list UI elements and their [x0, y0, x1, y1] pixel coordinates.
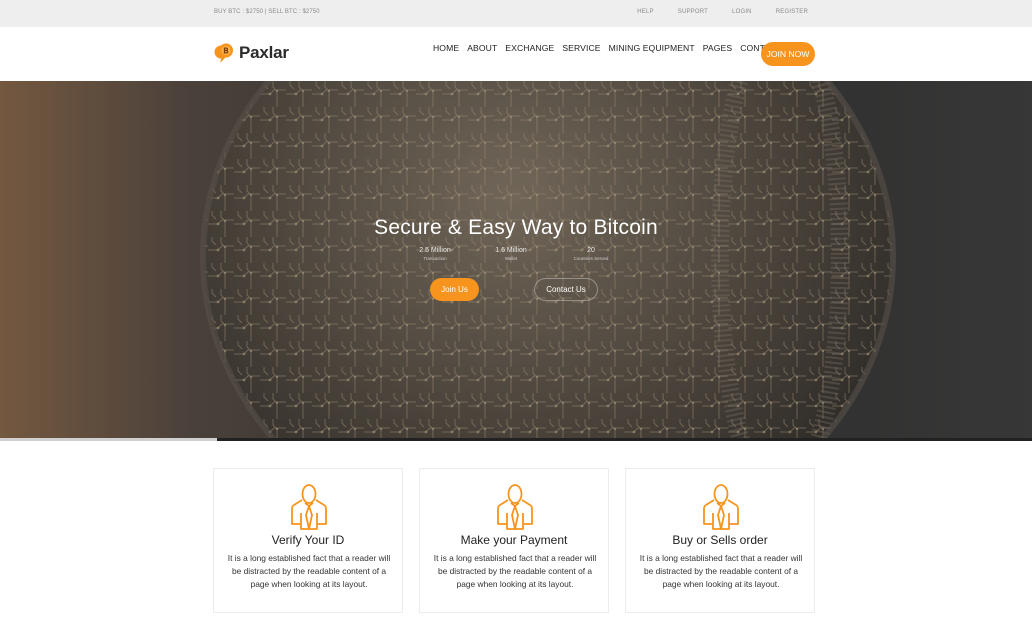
logo-text: Paxlar: [239, 43, 289, 62]
card-text: It is a long established fact that a rea…: [433, 553, 597, 589]
login-link[interactable]: LOGIN: [732, 9, 752, 15]
stat-countries: 20 Countries Served: [551, 247, 631, 261]
slider-progress-track: [0, 438, 1032, 441]
stat-number: 1.6 Million: [495, 247, 527, 254]
stat-label: Transaction: [423, 256, 447, 261]
hero-banner: [0, 81, 1032, 441]
main-nav: HOME ABOUT EXCHANGE SERVICE MINING EQUIP…: [433, 43, 790, 53]
nav-exchange[interactable]: EXCHANGE: [505, 43, 554, 53]
join-now-button[interactable]: JOIN NOW: [761, 42, 815, 66]
nav-about[interactable]: ABOUT: [467, 43, 497, 53]
nav-mining-equipment[interactable]: MINING EQUIPMENT: [609, 43, 695, 53]
contact-us-button[interactable]: Contact Us: [534, 278, 598, 301]
stat-transactions: 2.5 Million Transaction: [395, 247, 475, 261]
hero-title: Secure & Easy Way to Bitcoin: [374, 216, 658, 239]
stat-wallets: 1.6 Million Wallet: [471, 247, 551, 261]
support-link[interactable]: SUPPORT: [678, 9, 708, 15]
stat-label: Countries Served: [573, 256, 609, 261]
person-tie-icon: [289, 483, 329, 531]
logo[interactable]: B Paxlar: [213, 41, 289, 65]
btc-rates: BUY BTC : $2750 | SELL BTC : $2750: [214, 9, 320, 15]
card-title: Verify Your ID: [271, 533, 345, 547]
nav-pages[interactable]: PAGES: [703, 43, 732, 53]
nav-home[interactable]: HOME: [433, 43, 459, 53]
card-text: It is a long established fact that a rea…: [227, 553, 391, 589]
feature-card-buy-sell: Buy or Sells order It is a long establis…: [625, 468, 815, 613]
hero-overlay: [0, 81, 1032, 441]
feature-card-verify-id: Verify Your ID It is a long established …: [213, 468, 403, 613]
person-tie-icon: [495, 483, 535, 531]
feature-card-payment: Make your Payment It is a long establish…: [419, 468, 609, 613]
help-link[interactable]: HELP: [637, 9, 653, 15]
stat-number: 20: [587, 247, 595, 254]
register-link[interactable]: REGISTER: [776, 9, 808, 15]
stat-label: Wallet: [504, 256, 518, 261]
bitcoin-bubble-icon: B: [213, 41, 237, 65]
join-us-button[interactable]: Join Us: [430, 278, 479, 301]
top-bar: BUY BTC : $2750 | SELL BTC : $2750 HELP …: [0, 0, 1032, 27]
slider-progress-fill: [0, 438, 217, 441]
svg-text:B: B: [223, 46, 229, 55]
main-header: B Paxlar HOME ABOUT EXCHANGE SERVICE MIN…: [0, 27, 1032, 81]
card-title: Make your Payment: [460, 533, 568, 547]
card-title: Buy or Sells order: [672, 533, 768, 547]
card-text: It is a long established fact that a rea…: [639, 553, 803, 589]
stat-number: 2.5 Million: [419, 247, 451, 254]
person-tie-icon: [701, 483, 741, 531]
top-links: HELP SUPPORT LOGIN REGISTER: [613, 9, 808, 15]
nav-service[interactable]: SERVICE: [562, 43, 600, 53]
